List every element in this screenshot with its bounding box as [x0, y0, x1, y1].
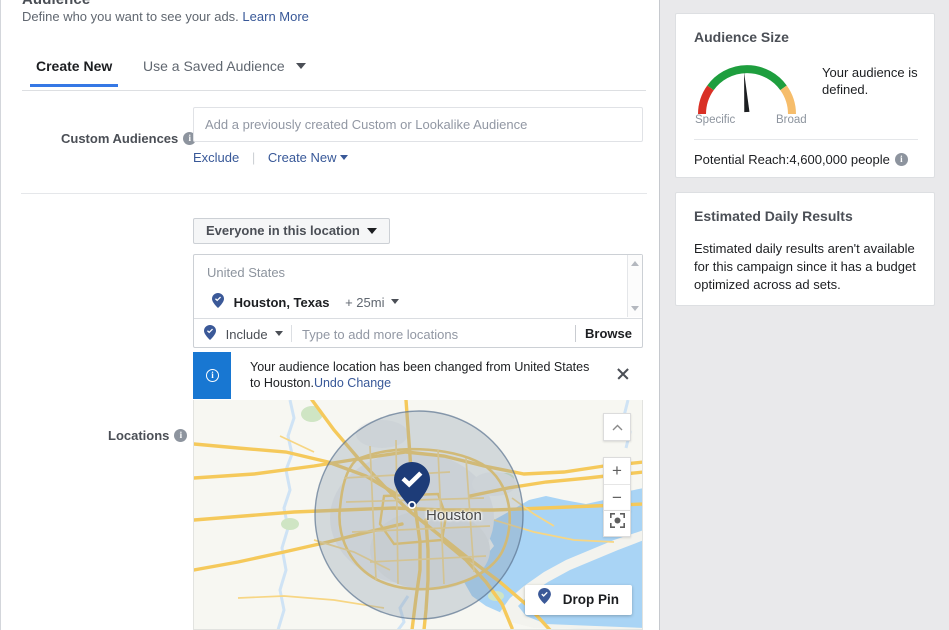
- location-country: United States: [207, 265, 286, 280]
- location-search-placeholder[interactable]: Type to add more locations: [302, 327, 458, 342]
- page-root: Audience Define who you want to see your…: [0, 0, 949, 630]
- chevron-down-icon: [295, 63, 306, 70]
- audience-size-message: Your audience is defined.: [822, 65, 918, 97]
- selected-locations-list: United States Houston, Texas + 25mi: [194, 255, 642, 318]
- include-separator: [291, 325, 292, 342]
- audience-size-gauge: [692, 56, 802, 118]
- include-mode-label: Include: [225, 326, 268, 342]
- map-fullscreen-button[interactable]: [603, 510, 631, 537]
- location-radius: + 25mi: [345, 294, 385, 310]
- location-city-name: Houston, Texas: [233, 294, 330, 310]
- map-pin-check-icon: [538, 588, 555, 607]
- location-map[interactable]: Houston + − Drop Pin: [193, 400, 643, 630]
- chevron-down-icon: [274, 330, 283, 336]
- audience-tabs: Create New Use a Saved Audience: [22, 58, 646, 91]
- potential-reach-value: 4,600,000 people: [789, 152, 890, 167]
- info-icon[interactable]: i: [894, 153, 908, 167]
- drop-pin-label: Drop Pin: [562, 592, 619, 608]
- drop-pin-button[interactable]: Drop Pin: [524, 585, 632, 615]
- close-icon[interactable]: [616, 367, 630, 381]
- tab-use-saved-audience[interactable]: Use a Saved Audience: [137, 58, 312, 84]
- info-icon[interactable]: i: [174, 429, 188, 443]
- section-subtitle: Define who you want to see your ads. Lea…: [22, 9, 309, 24]
- map-pin-check-icon: [212, 293, 224, 311]
- tab-create-new[interactable]: Create New: [30, 58, 119, 87]
- locations-scrollbar[interactable]: [627, 255, 642, 317]
- audience-scope-label: Everyone in this location: [206, 223, 360, 238]
- location-change-notification: i Your audience location has been change…: [193, 352, 643, 399]
- gauge-label-specific: Specific: [695, 114, 736, 126]
- scroll-down-arrow-icon[interactable]: [631, 306, 639, 311]
- chevron-up-icon: [612, 420, 623, 434]
- potential-reach: Potential Reach:4,600,000 people i: [694, 152, 908, 167]
- locations-label: Locations i: [108, 428, 188, 443]
- audience-panel: Audience Define who you want to see your…: [0, 0, 660, 630]
- exclude-link[interactable]: Exclude: [193, 150, 239, 165]
- create-new-audience-link[interactable]: Create New: [268, 150, 337, 165]
- estimated-daily-results-title: Estimated Daily Results: [694, 208, 853, 224]
- gauge-label-broad: Broad: [776, 114, 807, 126]
- map-zoom-out-button[interactable]: −: [604, 484, 630, 510]
- potential-reach-label: Potential Reach:: [694, 152, 790, 167]
- map-zoom-controls: + −: [603, 457, 631, 511]
- locations-box: United States Houston, Texas + 25mi Incl…: [193, 254, 643, 348]
- fullscreen-icon: [609, 513, 625, 531]
- custom-audiences-links: Exclude | Create New: [193, 150, 348, 165]
- chevron-down-icon[interactable]: [391, 298, 400, 304]
- locations-label-text: Locations: [108, 428, 170, 443]
- scroll-up-arrow-icon[interactable]: [631, 261, 639, 266]
- estimated-daily-results-body: Estimated daily results aren't available…: [694, 241, 916, 292]
- custom-audiences-label: Custom Audiences i: [61, 131, 197, 146]
- section-divider: [21, 193, 647, 194]
- location-add-row: Include Type to add more locations Brows…: [194, 318, 642, 347]
- audience-size-title: Audience Size: [694, 29, 789, 45]
- chevron-down-icon: [339, 155, 348, 161]
- notification-icon-bar: i: [193, 352, 231, 399]
- info-icon: i: [206, 369, 219, 382]
- location-item-houston[interactable]: Houston, Texas + 25mi: [212, 293, 400, 311]
- browse-link[interactable]: Browse: [585, 326, 632, 341]
- notification-message: Your audience location has been changed …: [250, 360, 590, 390]
- notification-text: Your audience location has been changed …: [250, 359, 596, 391]
- include-mode-dropdown[interactable]: Include: [204, 325, 283, 343]
- undo-change-link[interactable]: Undo Change: [314, 376, 391, 390]
- learn-more-link[interactable]: Learn More: [242, 9, 308, 24]
- audience-size-card: Audience Size Specific Broad Your audien…: [675, 13, 935, 178]
- tab-create-new-label: Create New: [36, 58, 113, 74]
- estimated-daily-results-card: Estimated Daily Results Estimated daily …: [675, 192, 935, 306]
- chevron-down-icon: [366, 227, 377, 234]
- custom-audiences-input[interactable]: Add a previously created Custom or Looka…: [193, 107, 643, 142]
- tab-use-saved-audience-label: Use a Saved Audience: [143, 58, 285, 74]
- right-sidebar: Audience Size Specific Broad Your audien…: [661, 0, 949, 630]
- page-title: Audience: [22, 0, 90, 8]
- tabs-divider: [22, 90, 646, 91]
- audience-scope-dropdown[interactable]: Everyone in this location: [193, 218, 390, 244]
- custom-audiences-label-text: Custom Audiences: [61, 131, 179, 146]
- map-zoom-in-button[interactable]: +: [604, 458, 630, 484]
- browse-separator: [575, 325, 576, 342]
- audience-card-divider: [694, 139, 918, 140]
- section-subtitle-text: Define who you want to see your ads.: [22, 9, 239, 24]
- map-collapse-button[interactable]: [603, 413, 631, 441]
- custom-audiences-placeholder: Add a previously created Custom or Looka…: [205, 117, 528, 132]
- link-separator: |: [251, 150, 256, 165]
- map-pin-check-icon: [204, 325, 216, 343]
